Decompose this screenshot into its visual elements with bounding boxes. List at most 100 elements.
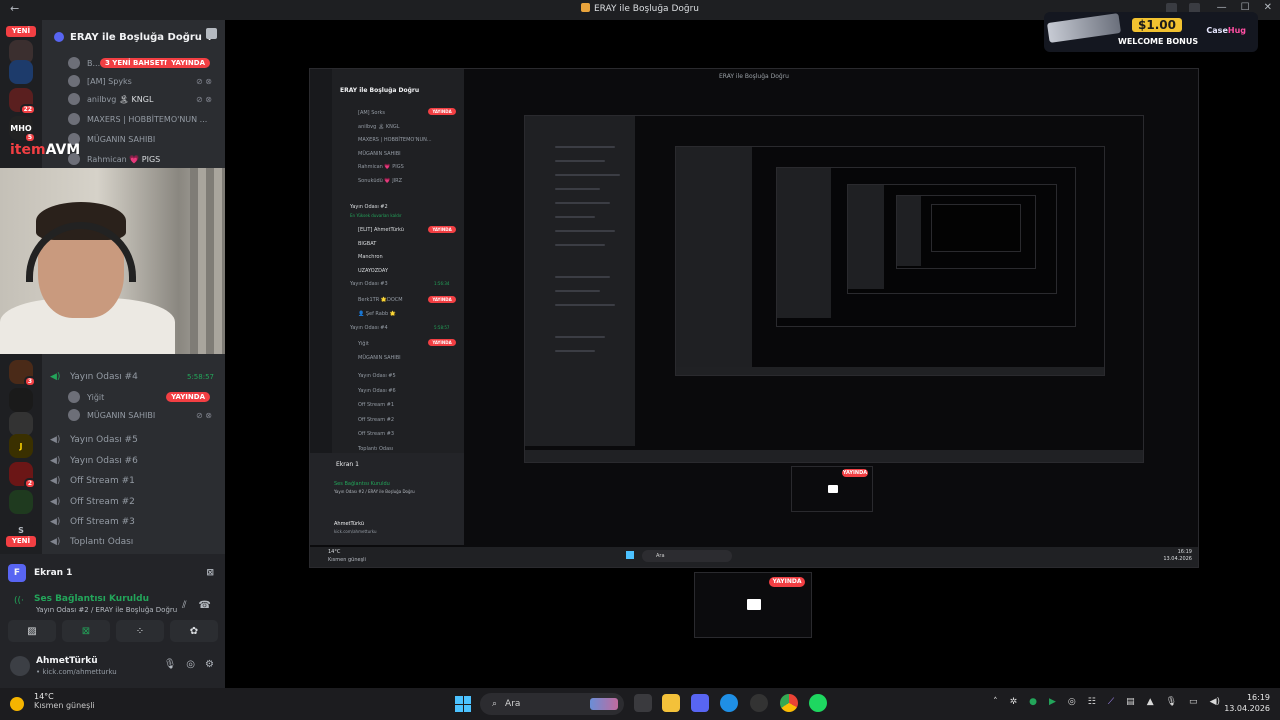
voice-member[interactable]: [AM] Spyks ⊘ ⊗ <box>68 72 218 90</box>
discord-icon[interactable] <box>691 694 709 712</box>
headphones-icon[interactable]: ◎ <box>186 659 195 670</box>
search-highlight-image <box>590 698 618 710</box>
disconnect-icon[interactable]: ☎ <box>199 600 211 611</box>
muted-icon: ⊘ ⊗ <box>196 94 212 104</box>
settings-gear-icon[interactable]: ⚙ <box>205 659 214 670</box>
speaker-icon: ◀) <box>50 456 61 466</box>
speaker-icon: ◀) <box>50 372 61 382</box>
avatar <box>68 93 80 105</box>
weather-widget[interactable]: 14°C Kısmen güneşli <box>10 692 95 711</box>
current-user[interactable]: AhmetTürkü • kick.com/ahmetturku 🎙 ◎ ⚙ <box>10 654 220 680</box>
voice-channel[interactable]: ◀) Off Stream #2 <box>50 492 220 512</box>
avatar <box>68 409 80 421</box>
tray-app-icon[interactable]: ◎ <box>1068 697 1076 707</box>
muted-icon: ⊘ ⊗ <box>196 410 212 420</box>
avatar <box>10 656 30 676</box>
server-icon[interactable]: 2 <box>9 462 36 489</box>
server-discovery-icon <box>54 32 64 42</box>
user-panel: F Ekran 1 ⊠ ((· Ses Bağlantısı Kuruldu Y… <box>0 554 225 688</box>
user-controls: 🎙 ◎ ⚙ <box>164 659 214 670</box>
steam-icon[interactable] <box>750 694 768 712</box>
soundboard-button[interactable]: ✿ <box>170 620 218 642</box>
screen-share-button[interactable]: ⊠ <box>62 620 110 642</box>
shared-screen-3 <box>675 146 1105 376</box>
server-icon[interactable] <box>9 412 33 436</box>
screen-share-icon: F <box>8 564 26 582</box>
network-icon[interactable]: ▲ <box>1147 697 1154 707</box>
invite-people-icon[interactable] <box>206 28 217 39</box>
voice-channel[interactable]: ◀) Off Stream #3 <box>50 512 220 532</box>
tray-overflow-icon[interactable]: ˄ <box>993 697 998 707</box>
taskbar-search[interactable]: ⌕ Ara <box>480 693 624 715</box>
voice-channel[interactable]: ◀) Yayın Odası #5 <box>50 430 220 450</box>
microphone-icon[interactable]: 🎙 <box>164 659 177 670</box>
voice-channel[interactable]: ◀) Yayın Odası #4 5:58:57 <box>50 367 220 387</box>
tray-app-icon[interactable]: ☷ <box>1088 697 1096 707</box>
voice-member[interactable]: MÜGANIN SAHIBI ⊘ ⊗ <box>68 406 218 424</box>
edge-icon[interactable] <box>720 694 738 712</box>
nested-user-panel: Ekran 1 Ses Bağlantısı Kuruldu Yayın Oda… <box>310 453 464 545</box>
sun-icon <box>10 697 24 711</box>
tray-app-icon[interactable]: ⟋ <box>1108 697 1114 707</box>
server-icon[interactable] <box>9 60 33 84</box>
casehug-promo-banner: $1.00 WELCOME BONUS CaseHug <box>1044 12 1258 52</box>
screen-share-bar[interactable]: F Ekran 1 ⊠ <box>8 562 218 584</box>
live-badge: YAYINDA <box>166 392 210 402</box>
task-view-icon[interactable] <box>634 694 652 712</box>
nested-sidebar: ERAY ile Boşluğa Doğru [AM] Sorks anilbv… <box>310 69 464 545</box>
stream-preview-tile[interactable]: YAYINDA <box>694 572 812 638</box>
voice-member[interactable]: anilbvg 🏝 KNGL ⊘ ⊗ <box>68 90 218 108</box>
server-icon[interactable] <box>9 490 33 514</box>
rifle-graphic <box>1046 13 1122 43</box>
voice-channel[interactable]: ◀) Toplantı Odası <box>50 532 220 552</box>
voice-channel[interactable]: ◀) Yayın Odası #6 <box>50 451 220 471</box>
voice-member[interactable]: MÜGANIN SAHIBI <box>68 130 218 148</box>
shared-screen-1[interactable]: ERAY ile Boşluğa Doğru ERAY ile Boşluğa … <box>309 68 1199 568</box>
app-icon <box>580 3 590 12</box>
voice-member[interactable]: MAXERS | HOBBİTEMO'NUN ... <box>68 110 218 128</box>
tray-app-icon[interactable]: ✲ <box>1010 697 1018 707</box>
stream-preview-tile[interactable]: YAYINDA <box>791 466 873 512</box>
server-header[interactable]: ERAY ile Boşluğa Doğru ⌄ <box>42 20 225 48</box>
search-icon: ⌕ <box>492 699 498 709</box>
voice-member[interactable]: Rahmican 💗 PIGS <box>68 150 218 168</box>
chrome-icon[interactable] <box>780 694 798 712</box>
spotify-icon[interactable] <box>809 694 827 712</box>
nested-live-badge: YAYINDA <box>428 108 456 115</box>
muted-icon: ⊘ ⊗ <box>196 76 212 86</box>
live-badge: YAYINDA <box>842 469 868 477</box>
windows-start-icon[interactable] <box>455 696 471 712</box>
tray-app-icon[interactable]: ● <box>1029 697 1037 707</box>
avatar <box>68 75 80 87</box>
display-icon[interactable]: ▭ <box>1189 697 1198 707</box>
voice-channel[interactable]: ◀) Off Stream #1 <box>50 471 220 491</box>
stop-share-icon[interactable]: ⊠ <box>206 568 214 578</box>
tray-app-icon[interactable]: ▤ <box>1126 697 1135 707</box>
nested-room2-members: [ELIT] AhmetTürkü BIGBAT Manchron UZAYOZ… <box>358 227 404 274</box>
file-explorer-icon[interactable] <box>662 694 680 712</box>
server-icon[interactable]: J <box>9 434 33 458</box>
server-icon[interactable]: 22 <box>9 88 36 115</box>
voice-member[interactable]: B... 3 YENİ BAHSETME YAYINDA <box>68 54 218 72</box>
noise-suppression-icon[interactable]: ⫽ <box>182 600 186 611</box>
windows-taskbar: 14°C Kısmen güneşli ⌕ Ara ˄ ✲ ● ▶ ◎ ☷ ⟋ ▤… <box>0 688 1280 720</box>
nested-live-badge: YAYINDA <box>428 296 456 303</box>
server-icon[interactable] <box>9 388 33 412</box>
shared-screen-5 <box>847 184 1057 294</box>
camera-off-button[interactable]: ▨ <box>8 620 56 642</box>
close-icon[interactable]: ✕ <box>1264 2 1272 13</box>
activities-button[interactable]: ⁘ <box>116 620 164 642</box>
server-icon[interactable]: 3 <box>9 360 36 387</box>
speaker-icon: ◀) <box>50 517 61 527</box>
voice-member[interactable]: Yiğit YAYINDA <box>68 388 218 406</box>
microphone-icon[interactable]: 🎙 <box>1166 697 1177 707</box>
mention-badge: 2 <box>23 478 36 489</box>
speaker-icon: ◀) <box>50 476 61 486</box>
nested-clock: 16:19 13.04.2026 <box>1163 549 1192 562</box>
server-icon[interactable]: MHO 5 <box>9 116 36 143</box>
shared-screen-4 <box>776 167 1076 327</box>
system-clock[interactable]: 16:19 13.04.2026 <box>1224 692 1270 714</box>
new-badge: YENİ <box>6 536 36 547</box>
volume-icon[interactable]: ◀) <box>1210 697 1220 707</box>
tray-app-icon[interactable]: ▶ <box>1049 697 1056 707</box>
